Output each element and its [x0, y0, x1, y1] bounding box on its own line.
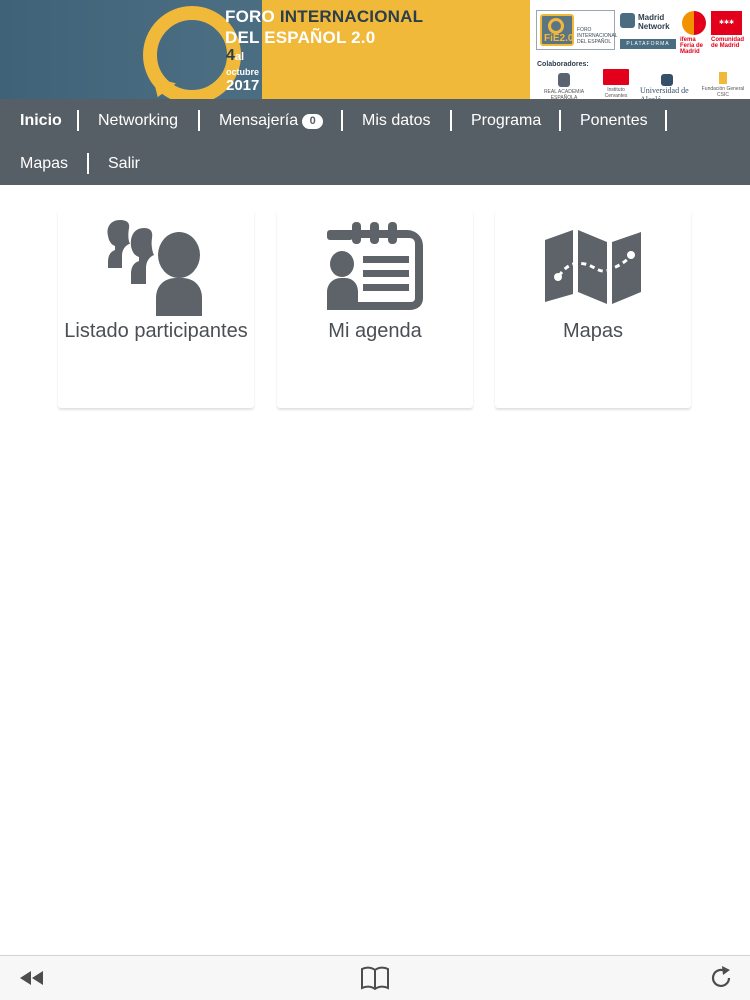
card-label: Listado participantes	[64, 320, 248, 342]
fie-logo-text: FiE2.0	[544, 33, 574, 44]
csic-label: Fundación General CSIC	[701, 86, 745, 98]
card-label: Mi agenda	[328, 320, 422, 342]
card-mapas[interactable]: Mapas	[495, 210, 691, 408]
book-icon[interactable]	[361, 966, 389, 991]
rewind-icon[interactable]	[18, 966, 44, 990]
madrid-network-logo: Madrid Network PLATAFORMA DEL ESPAÑOL	[620, 11, 676, 57]
reload-icon[interactable]	[710, 966, 734, 990]
cervantes-logo: Instituto Cervantes	[596, 69, 636, 99]
nav-item-mapas[interactable]: Mapas	[20, 154, 68, 174]
madrid-network-label: Madrid Network	[638, 13, 670, 31]
nav-divider	[87, 153, 89, 174]
main-nav: Inicio Networking Mensajería 0 Mis datos …	[0, 99, 750, 185]
people-icon	[107, 220, 202, 316]
comunidad-madrid-label: Comunidad de Madrid	[711, 37, 744, 49]
nav-item-networking[interactable]: Networking	[98, 111, 178, 131]
nav-item-salir[interactable]: Salir	[108, 154, 140, 174]
csic-logo: Fundación General CSIC	[698, 72, 748, 98]
unread-count-badge: 0	[302, 114, 324, 129]
event-date-year: 2017	[226, 77, 260, 94]
nav-divider	[77, 110, 79, 131]
event-title: FORO INTERNACIONAL DEL ESPAÑOL 2.0	[225, 6, 423, 48]
event-title-word-internacional: INTERNACIONAL	[279, 7, 424, 26]
map-icon	[545, 230, 641, 304]
banner-event-graphic: FORO INTERNACIONAL DEL ESPAÑOL 2.0 4al6 …	[0, 0, 530, 99]
nav-divider	[665, 110, 667, 131]
event-date-al: al	[234, 51, 245, 63]
event-date-end: 6	[244, 47, 253, 64]
card-label: Mapas	[562, 320, 624, 342]
card-mi-agenda[interactable]: Mi agenda	[277, 210, 473, 408]
nav-item-mensajeria[interactable]: Mensajería 0	[219, 111, 324, 131]
nav-item-ponentes[interactable]: Ponentes	[580, 111, 648, 131]
header-banner: FORO INTERNACIONAL DEL ESPAÑOL 2.0 4al6 …	[0, 0, 750, 104]
nav-divider	[198, 110, 200, 131]
nav-item-programa[interactable]: Programa	[471, 111, 541, 131]
event-date: 4al6 octubre 2017	[226, 47, 260, 94]
agenda-icon	[327, 222, 423, 310]
nav-item-mensajeria-label: Mensajería	[219, 112, 299, 129]
fie-logo: FiE2.0 FORO INTERNACIONAL DEL ESPAÑOL	[536, 10, 618, 50]
ifema-label: ifema Feria de Madrid	[680, 37, 704, 55]
rae-logo: REAL ACADEMIA ESPAÑOLA	[535, 73, 593, 101]
event-title-word-foro: FORO	[225, 7, 275, 26]
event-date-start: 4	[226, 47, 235, 64]
nav-item-mis-datos[interactable]: Mis datos	[362, 111, 430, 131]
colaboradores-label: Colaboradores:	[537, 61, 589, 68]
browser-toolbar	[0, 955, 750, 1000]
nav-divider	[341, 110, 343, 131]
cervantes-label: Instituto Cervantes	[604, 87, 628, 99]
ifema-logo: ifema Feria de Madrid	[680, 11, 708, 55]
card-listado-participantes[interactable]: Listado participantes	[58, 210, 254, 408]
nav-divider	[450, 110, 452, 131]
plataforma-label: PLATAFORMA DEL ESPAÑOL	[620, 39, 676, 57]
event-title-line2: DEL ESPAÑOL 2.0	[225, 28, 376, 47]
nav-divider	[559, 110, 561, 131]
nav-item-inicio[interactable]: Inicio	[20, 111, 62, 131]
comunidad-madrid-logo: ✱✱✱ Comunidad de Madrid	[711, 11, 744, 51]
fie-logo-caption: FORO INTERNACIONAL DEL ESPAÑOL	[577, 27, 618, 45]
